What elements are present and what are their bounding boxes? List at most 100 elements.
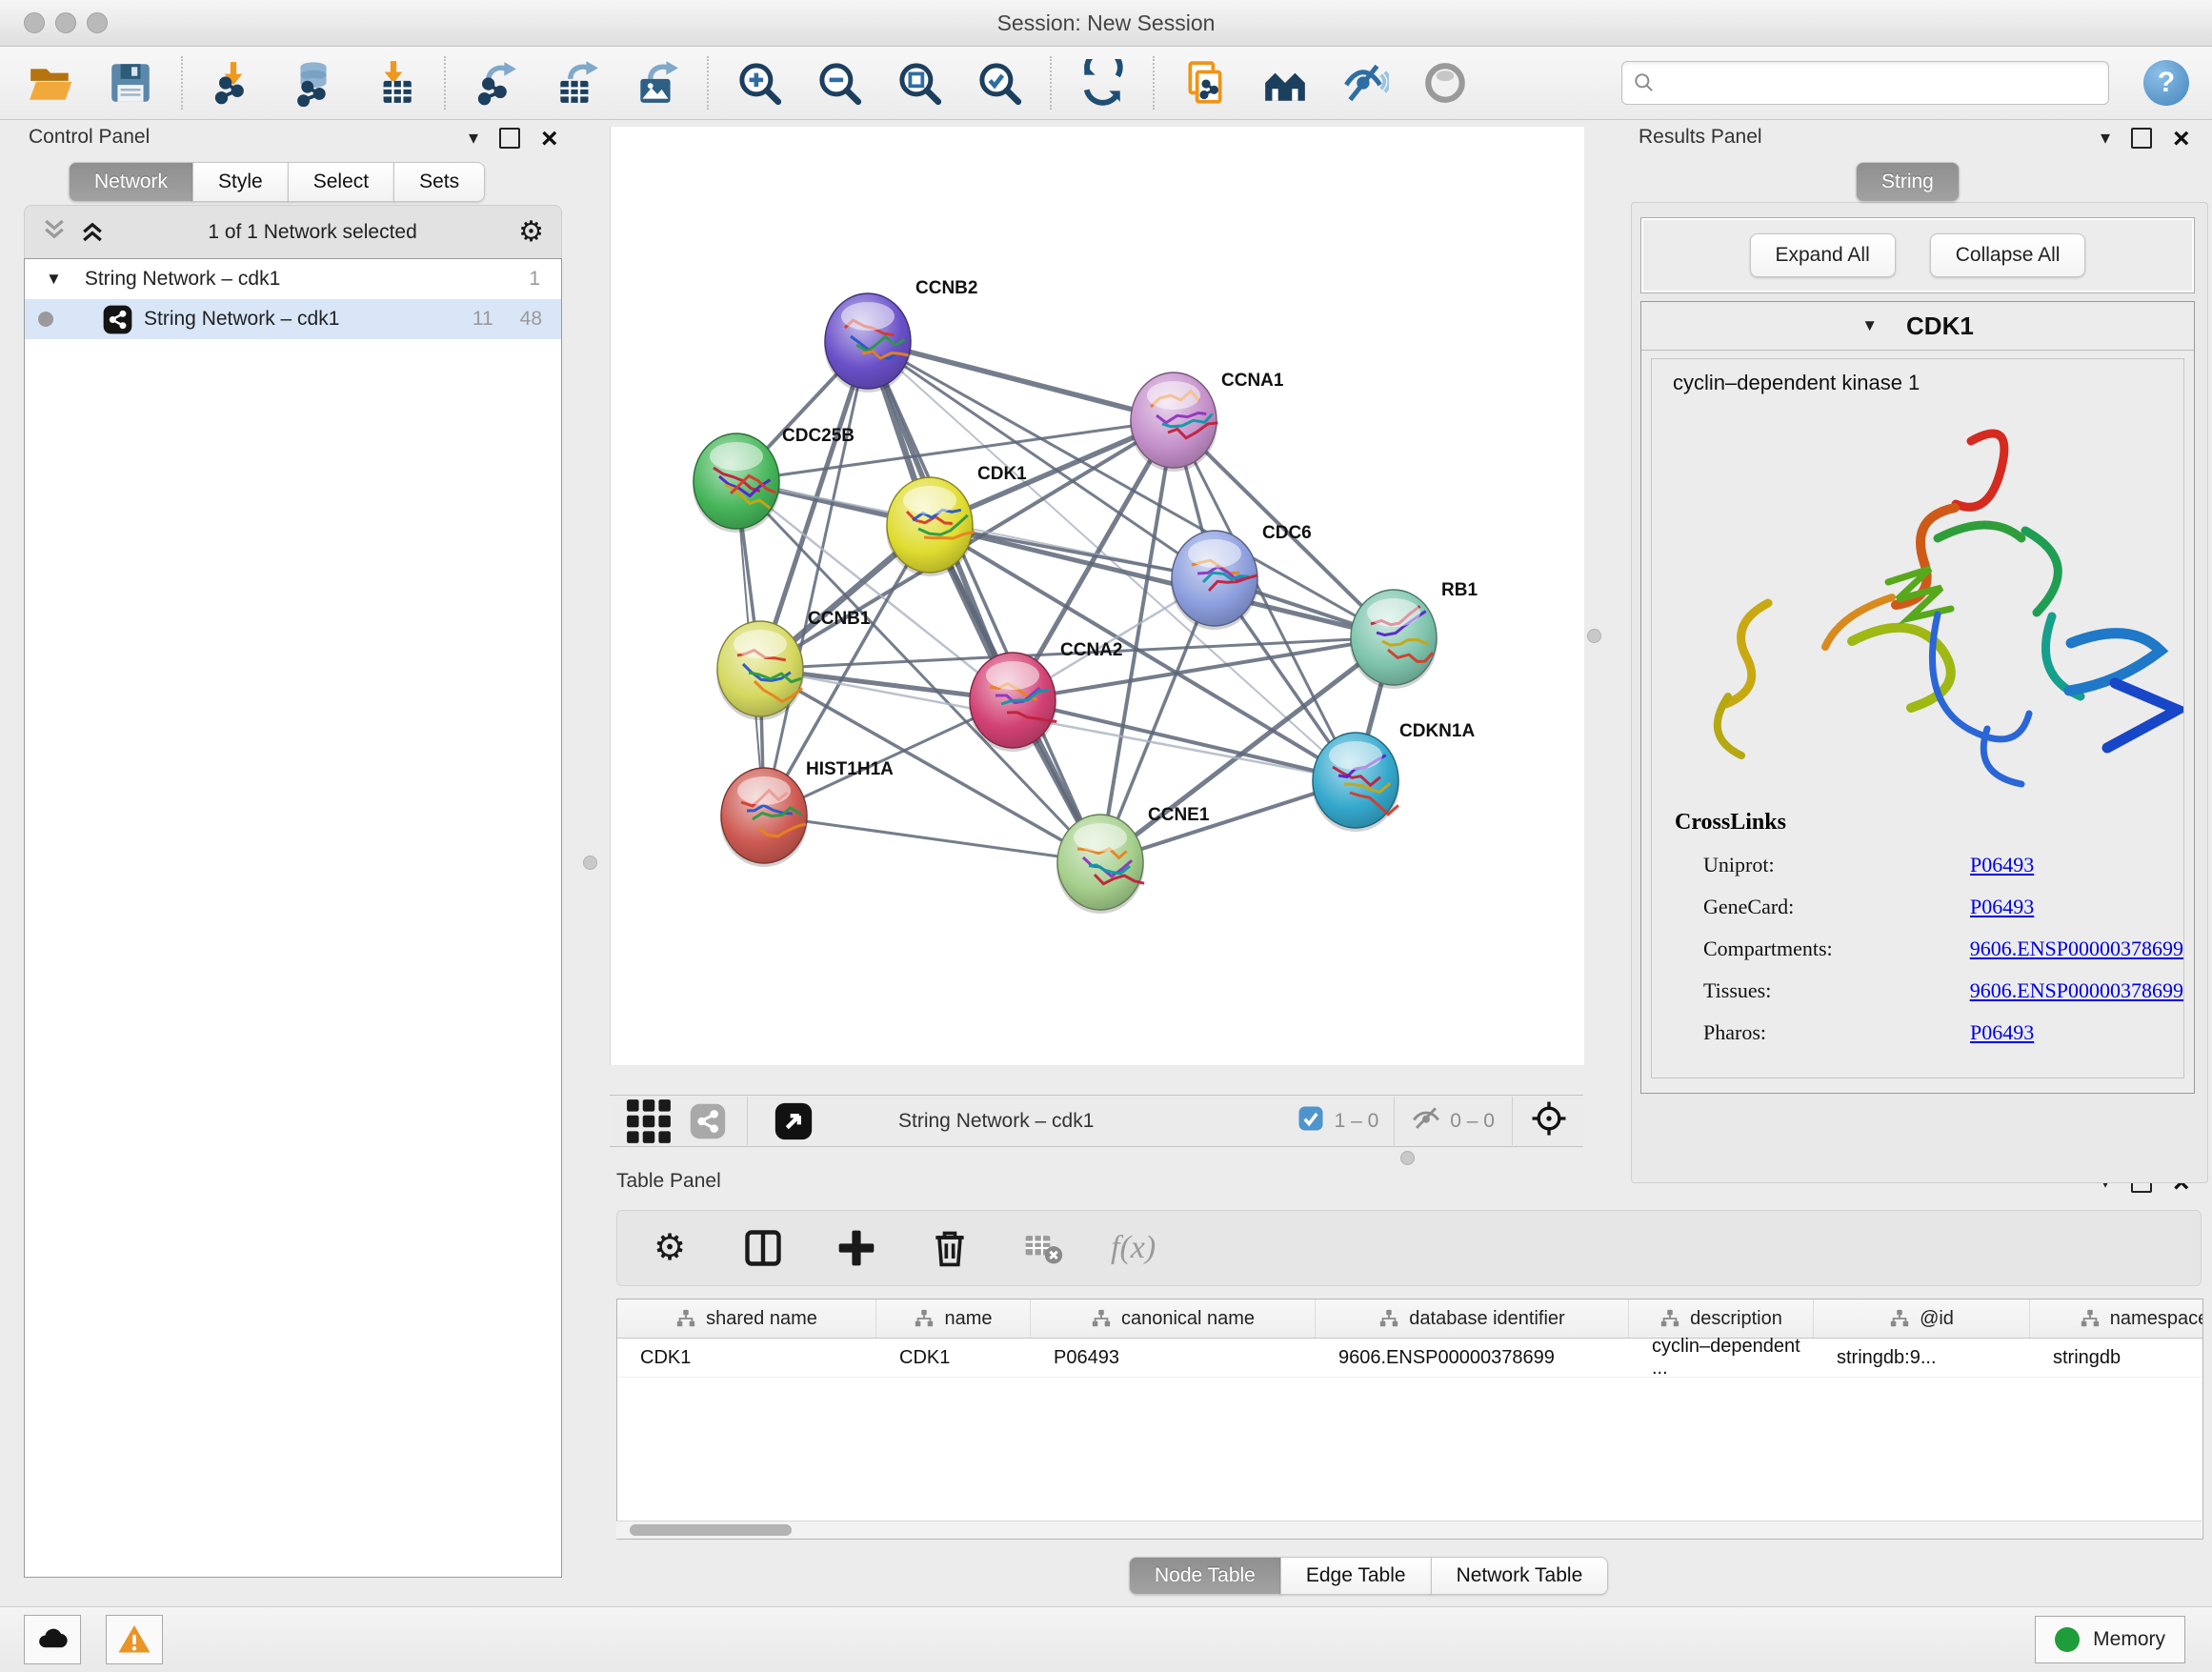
strip-separator: [1394, 1097, 1395, 1145]
export-table-icon[interactable]: [551, 57, 602, 109]
column-header-label: shared name: [706, 1308, 817, 1330]
network-row[interactable]: String Network – cdk1 11 48: [25, 299, 561, 339]
search-box[interactable]: [1621, 61, 2109, 105]
network-tree: ▼ String Network – cdk1 1 String Network…: [24, 258, 562, 1578]
expand-all-networks-icon[interactable]: [78, 218, 107, 248]
search-icon: [1632, 71, 1657, 95]
tab-node-table[interactable]: Node Table: [1129, 1557, 1281, 1595]
control-panel-float-icon[interactable]: [499, 128, 520, 149]
collection-label: String Network – cdk1: [85, 268, 280, 291]
results-panel-float-icon[interactable]: [2131, 128, 2152, 149]
warnings-button[interactable]: [106, 1615, 163, 1664]
search-input[interactable]: [1657, 71, 2108, 95]
selected-checkbox-icon[interactable]: [1297, 1104, 1325, 1138]
protein-card-header[interactable]: ▼ CDK1: [1641, 302, 2194, 351]
zoom-out-icon[interactable]: [814, 57, 865, 109]
scrollbar-thumb[interactable]: [630, 1524, 792, 1536]
tab-string[interactable]: String: [1856, 162, 1960, 202]
hide-selected-icon[interactable]: [1339, 57, 1391, 109]
vertical-splitter-handle[interactable]: [1587, 629, 1601, 643]
function-builder-icon[interactable]: f(x): [1111, 1230, 1156, 1266]
grid-view-icon[interactable]: [623, 1096, 674, 1147]
export-network-icon[interactable]: [471, 57, 522, 109]
table-cell[interactable]: P06493: [1031, 1339, 1316, 1377]
column-header[interactable]: name: [876, 1299, 1031, 1338]
copy-style-icon[interactable]: [1179, 57, 1231, 109]
expand-collapse-bar: Expand All Collapse All: [1640, 217, 2195, 293]
table-options-gear-icon[interactable]: ⚙: [644, 1222, 695, 1274]
import-network-from-database-icon[interactable]: [288, 57, 339, 109]
crosslink-link[interactable]: P06493: [1970, 853, 2034, 877]
import-table-icon[interactable]: [368, 57, 419, 109]
cloud-status-button[interactable]: [24, 1615, 81, 1664]
delete-column-icon[interactable]: [924, 1222, 975, 1274]
column-header[interactable]: canonical name: [1031, 1299, 1316, 1338]
card-collapse-icon[interactable]: ▼: [1861, 316, 1878, 335]
column-header[interactable]: database identifier: [1316, 1299, 1629, 1338]
delete-table-icon[interactable]: [1017, 1222, 1069, 1274]
help-button[interactable]: ?: [2143, 60, 2189, 106]
crosslink-link[interactable]: 9606.ENSP00000378699: [1970, 937, 2183, 961]
tab-sets[interactable]: Sets: [393, 162, 485, 202]
network-options-gear-icon[interactable]: ⚙: [518, 218, 544, 247]
protein-structure-image: [1652, 395, 2183, 805]
node-table[interactable]: shared name namecanonical namedatabase id…: [616, 1299, 2203, 1540]
apply-layout-icon[interactable]: [1076, 57, 1128, 109]
table-horizontal-scrollbar[interactable]: [616, 1521, 2202, 1539]
network-view-canvas[interactable]: CCNB2CCNA1CDC25BCDK1CDC6RB1CCNB1CCNA2CDK…: [610, 127, 1584, 1065]
vertical-splitter-handle[interactable]: [583, 856, 597, 870]
memory-button[interactable]: Memory: [2035, 1616, 2185, 1663]
birdseye-crosshair-icon[interactable]: [1530, 1099, 1568, 1142]
crosslink-link[interactable]: P06493: [1970, 1020, 2034, 1045]
column-header[interactable]: shared name: [617, 1299, 876, 1338]
show-all-icon[interactable]: [1419, 57, 1471, 109]
column-header-label: namespace: [2110, 1308, 2203, 1330]
hidden-eye-icon[interactable]: [1410, 1102, 1442, 1139]
collapse-all-button[interactable]: Collapse All: [1930, 233, 2086, 277]
tab-edge-table[interactable]: Edge Table: [1280, 1557, 1432, 1595]
show-columns-icon[interactable]: [737, 1222, 789, 1274]
results-panel-minimize-icon[interactable]: ▾: [2101, 129, 2110, 148]
column-header[interactable]: description: [1629, 1299, 1814, 1338]
detach-view-icon[interactable]: [774, 1102, 813, 1140]
control-panel-minimize-icon[interactable]: ▾: [469, 129, 478, 148]
zoom-in-icon[interactable]: [734, 57, 785, 109]
table-cell[interactable]: stringdb:9...: [1814, 1339, 2030, 1377]
table-cell[interactable]: stringdb: [2030, 1339, 2203, 1377]
expand-all-button[interactable]: Expand All: [1750, 233, 1896, 277]
column-header[interactable]: namespace: [2030, 1299, 2203, 1338]
tab-style[interactable]: Style: [192, 162, 289, 202]
collection-expand-icon[interactable]: ▼: [46, 270, 62, 289]
open-session-icon[interactable]: [25, 57, 76, 109]
column-header[interactable]: @id: [1814, 1299, 2030, 1338]
save-session-icon[interactable]: [105, 57, 156, 109]
table-cell[interactable]: CDK1: [876, 1339, 1031, 1377]
add-column-icon[interactable]: [831, 1222, 882, 1274]
network-view-share-icon[interactable]: [690, 1103, 726, 1139]
table-cell[interactable]: 9606.ENSP00000378699: [1316, 1339, 1629, 1377]
title-bar: Session: New Session: [0, 0, 2212, 47]
main-toolbar: ?: [0, 47, 2212, 120]
strip-separator: [747, 1097, 748, 1145]
export-image-icon[interactable]: [631, 57, 682, 109]
crosslink-link[interactable]: P06493: [1970, 895, 2034, 919]
results-panel-close-icon[interactable]: ×: [2173, 129, 2190, 149]
crosslinks-section: CrossLinks Uniprot: P06493 GeneCard: P06…: [1652, 810, 2183, 1045]
network-collection-row[interactable]: ▼ String Network – cdk1 1: [25, 259, 561, 299]
control-panel-close-icon[interactable]: ×: [541, 129, 558, 149]
tab-network[interactable]: Network: [69, 162, 193, 202]
crosslink-link[interactable]: 9606.ENSP00000378699: [1970, 978, 2183, 1003]
collapse-all-networks-icon[interactable]: [40, 218, 69, 248]
horizontal-splitter-handle[interactable]: [1400, 1151, 1415, 1165]
network-node-label: CCNE1: [1148, 805, 1210, 825]
zoom-selected-icon[interactable]: [974, 57, 1025, 109]
tab-select[interactable]: Select: [288, 162, 394, 202]
table-cell[interactable]: CDK1: [617, 1339, 876, 1377]
table-cell[interactable]: cyclin–dependent ...: [1629, 1339, 1814, 1377]
import-network-icon[interactable]: [208, 57, 259, 109]
group-nodes-icon[interactable]: [1259, 57, 1311, 109]
table-row[interactable]: CDK1CDK1P064939606.ENSP00000378699cyclin…: [617, 1339, 2202, 1378]
table-toolbar: ⚙ f(x): [616, 1210, 2202, 1286]
tab-network-table[interactable]: Network Table: [1431, 1557, 1609, 1595]
zoom-fit-icon[interactable]: [894, 57, 945, 109]
